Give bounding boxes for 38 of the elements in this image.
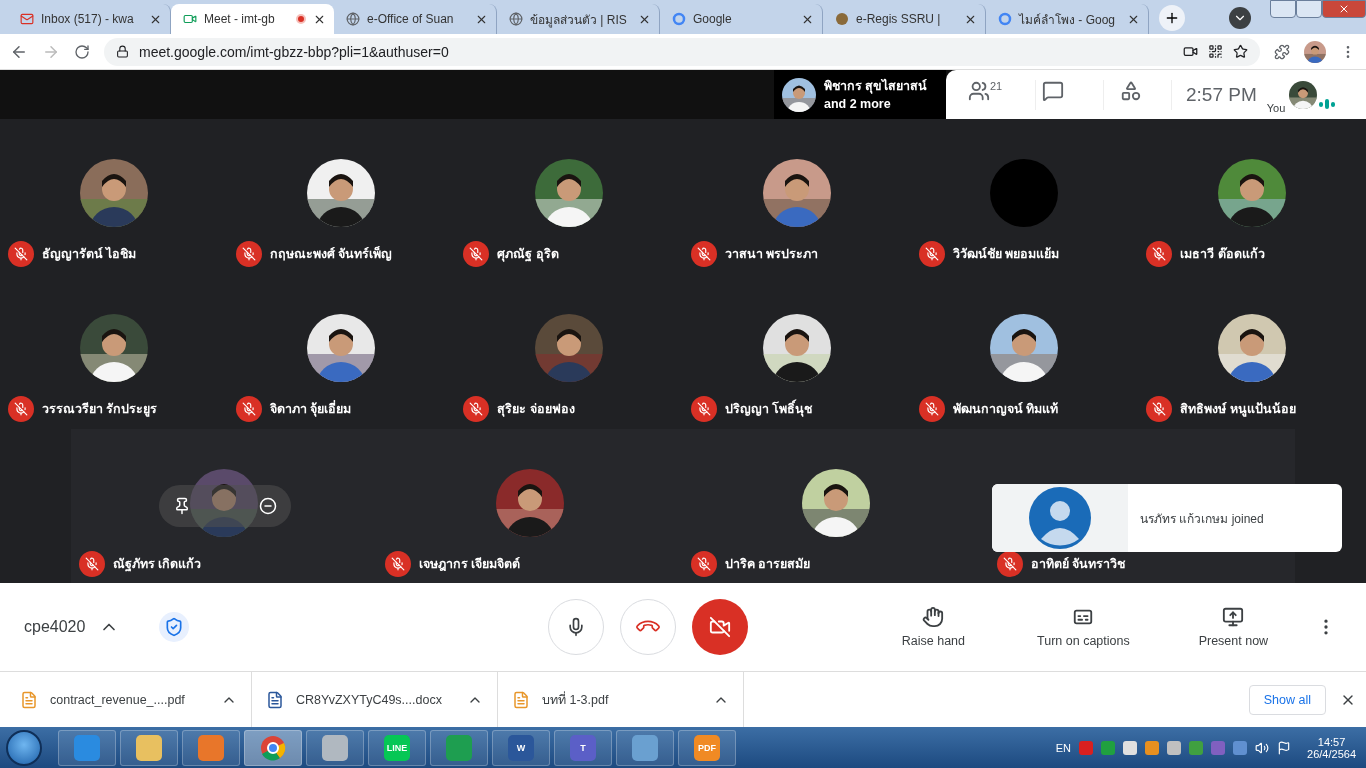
participant-name: เมธาวี ต๊อดแก้ว — [1180, 246, 1265, 263]
taskbar-app[interactable]: T — [554, 729, 612, 766]
participant-name: สิทธิพงษ์ หนูแป้นน้อย — [1180, 401, 1296, 419]
self-label: You — [1266, 101, 1286, 114]
speaker-more: and 2 more — [824, 95, 892, 113]
meeting-action-button[interactable]: Turn on captions — [1008, 606, 1159, 648]
participant-name: วาสนา พรประภา — [725, 246, 819, 263]
participant-name: เจษฎากร เจียมจิตต์ — [419, 556, 521, 573]
participant-name: อาทิตย์ จันทราวิช — [1031, 556, 1126, 573]
people-count: 21 — [990, 79, 1003, 92]
participant-name: วรรณวรียา รักประยูร — [42, 401, 158, 419]
address-bar[interactable]: meet.google.com/imt-gbzz-bbp?pli=1&authuser=0 — [104, 37, 1260, 66]
meeting-action-button[interactable]: Present now — [1158, 606, 1309, 648]
participant-name: ปาริค อารยสมัย — [725, 556, 811, 573]
language-indicator[interactable]: EN — [1055, 741, 1072, 754]
notification-text: นรภัทร แก้วเกษม joined — [1140, 510, 1264, 528]
word-logo: W — [508, 734, 534, 761]
line-logo: LINE — [384, 734, 410, 761]
meeting-action-button[interactable]: Raise hand — [858, 606, 1009, 648]
participant-name: ณัฐภัทร เกิดแก้ว — [113, 556, 202, 574]
teams-logo: T — [570, 734, 596, 761]
speaker-name: พิชากร สุขไสยาสน์ — [824, 77, 928, 95]
taskbar-clock[interactable]: 14:57 26/4/2564 — [1307, 735, 1356, 760]
pdf-logo: PDF — [694, 734, 720, 761]
participant-name: กฤษณะพงศ์ จันทร์เพ็ญ — [269, 245, 393, 263]
participant-name: จิดาภา จุ้ยเอี่ยม — [269, 399, 352, 419]
participant-name: วิวัฒน์ชัย พยอมแย้ม — [952, 246, 1060, 263]
participant-name: ธัญญารัตน์ ไอชิม — [42, 246, 137, 263]
show-all-button[interactable]: Show all — [1248, 684, 1326, 715]
meeting-code: cpe4020 — [24, 618, 86, 636]
taskbar-app[interactable]: W — [492, 729, 550, 766]
participant-name: สุริยะ จ่อยฟอง — [497, 401, 575, 419]
browser-tab[interactable]: Meet - imt-gb — [171, 4, 334, 34]
participant-name: พัฒนกาญจน์ ทิมแท้ — [952, 401, 1059, 418]
url-text: meet.google.com/imt-gbzz-bbp?pli=1&authuser=0 — [139, 43, 450, 60]
participant-name: ปริญญา โพธิ์นุช — [725, 399, 813, 419]
meeting-time: 2:57 PM — [1186, 83, 1257, 106]
participant-name: ศุภณัฐ อุริด — [497, 246, 559, 264]
